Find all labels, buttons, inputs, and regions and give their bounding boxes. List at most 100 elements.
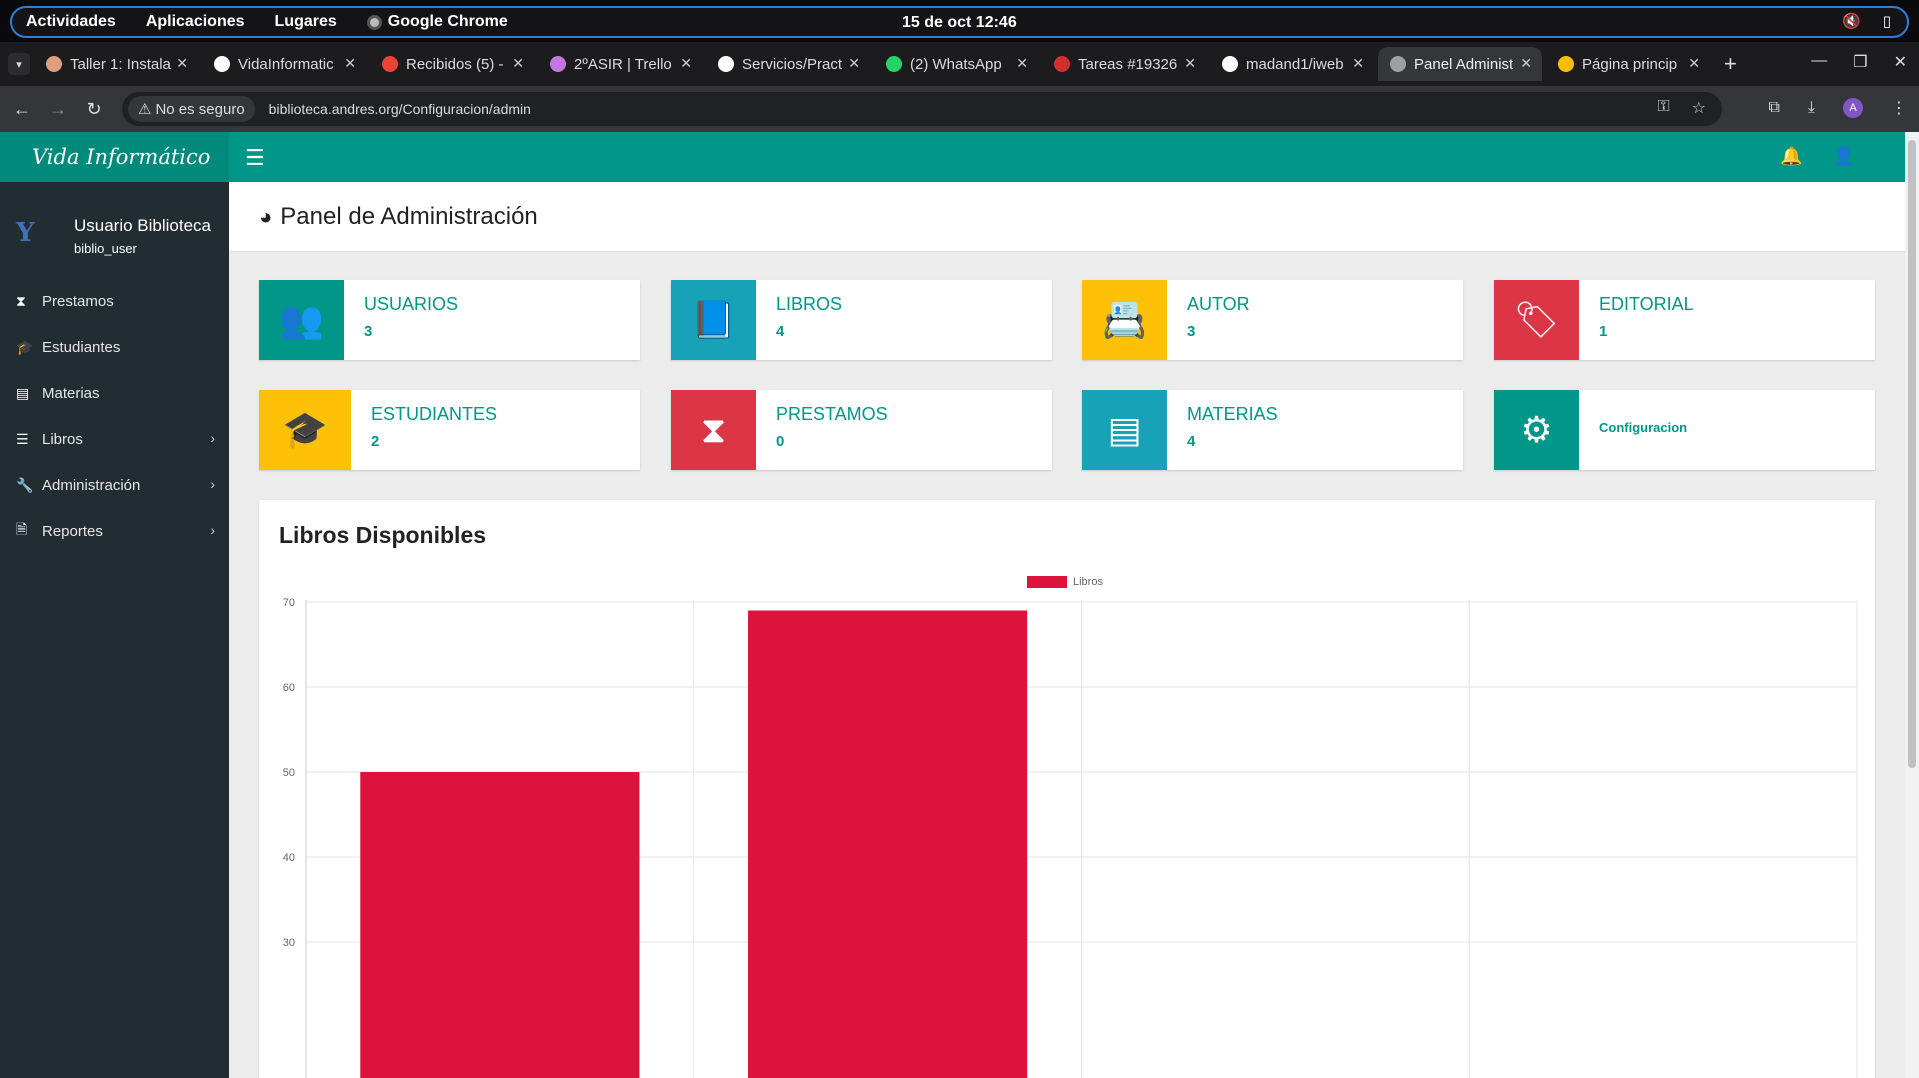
info-box-editorial[interactable]: 🏷 EDITORIAL 1 (1494, 280, 1875, 360)
tab[interactable]: madand1/iweb ✕ (1210, 47, 1374, 81)
info-box-configuracion[interactable]: ⚙ Configuracion (1494, 390, 1875, 470)
info-box-label: AUTOR (1187, 294, 1250, 314)
tab[interactable]: Taller 1: Instala ✕ (34, 47, 198, 81)
back-icon[interactable]: ← (4, 99, 40, 120)
reload-icon[interactable]: ↻ (76, 99, 112, 120)
info-box-label: EDITORIAL (1599, 294, 1694, 314)
tab-close-icon[interactable]: ✕ (344, 55, 356, 72)
tab-title: Tareas #19326 (1078, 55, 1178, 73)
sidebar: Vida Informático Y Usuario Biblioteca bi… (0, 132, 229, 1078)
y-tick-label: 30 (283, 937, 295, 949)
favicon-icon (382, 56, 398, 72)
extensions-icon[interactable]: ⧉ (1768, 99, 1779, 117)
info-box-estudiantes[interactable]: 🎓 ESTUDIANTES 2 (259, 390, 640, 470)
tab-title: Panel Administ (1414, 55, 1514, 73)
sidebar-item-libros[interactable]: ☰ Libros › (0, 416, 229, 462)
tab[interactable]: Servicios/Pract ✕ (706, 47, 870, 81)
tab-close-icon[interactable]: ✕ (176, 55, 188, 72)
tab-search-button[interactable]: ▾ (8, 53, 30, 75)
system-tray[interactable]: 🔇 ▯ (1842, 12, 1891, 30)
tab[interactable]: Tareas #19326 ✕ (1042, 47, 1206, 81)
tab[interactable]: Panel Administ ✕ (1378, 47, 1542, 81)
tab-close-icon[interactable]: ✕ (680, 55, 692, 72)
more-menu-icon[interactable]: ⋮ (1891, 98, 1907, 118)
sidebar-item-label: Libros (42, 430, 83, 448)
tab[interactable]: Recibidos (5) - ✕ (370, 47, 534, 81)
tab-close-icon[interactable]: ✕ (1520, 55, 1532, 72)
y-tick-label: 70 (283, 597, 295, 609)
page-title: Panel de Administración (280, 202, 538, 230)
tab-close-icon[interactable]: ✕ (848, 55, 860, 72)
restore-icon[interactable]: ❐ (1853, 52, 1867, 72)
sidebar-item-administración[interactable]: 🔧 Administración › (0, 462, 229, 508)
sidebar-item-label: Reportes (42, 522, 103, 540)
tags-icon: 🏷 (1494, 280, 1579, 360)
sidebar-item-materias[interactable]: ▤ Materias (0, 370, 229, 416)
info-box-text: USUARIOS 3 (344, 280, 458, 360)
tab[interactable]: (2) WhatsApp ✕ (874, 47, 1038, 81)
places-menu[interactable]: Lugares (275, 13, 337, 31)
app-menu[interactable]: Google Chrome (366, 13, 508, 31)
gnome-panel: Actividades Aplicaciones Lugares Google … (10, 6, 1909, 38)
hamburger-menu-icon[interactable]: ☰ (245, 145, 265, 171)
bar-libros-1[interactable] (360, 772, 640, 1078)
tab-close-icon[interactable]: ✕ (512, 55, 524, 72)
applications-menu[interactable]: Aplicaciones (146, 13, 245, 31)
tab[interactable]: VidaInformatic ✕ (202, 47, 366, 81)
activities-button[interactable]: Actividades (26, 13, 116, 31)
new-tab-button[interactable]: + (1724, 51, 1737, 77)
hourglass-icon: ⧗ (16, 292, 26, 309)
favicon-icon (886, 56, 902, 72)
user-icon[interactable]: 👤 (1833, 146, 1855, 167)
main-content: ☰ 🔔 👤 ◕ Panel de Administración 👥 USUARIO… (229, 132, 1905, 1078)
wrench-icon: 🔧 (16, 476, 34, 493)
sidebar-item-prestamos[interactable]: ⧗ Prestamos (0, 278, 229, 324)
info-box-label: LIBROS (776, 294, 843, 314)
bookmark-star-icon[interactable]: ☆ (1692, 98, 1706, 118)
warning-icon: ⚠ (138, 101, 152, 118)
bar-libros-2[interactable] (748, 610, 1028, 1078)
forward-icon[interactable]: → (40, 99, 76, 120)
tab[interactable]: Página princip ✕ (1546, 47, 1710, 81)
sidebar-item-estudiantes[interactable]: 🎓 Estudiantes (0, 324, 229, 370)
info-box-count: 3 (1187, 323, 1196, 340)
url-text[interactable]: biblioteca.andres.org/Configuracion/admi… (269, 101, 531, 117)
bell-icon[interactable]: 🔔 (1780, 146, 1802, 167)
tab-close-icon[interactable]: ✕ (1352, 55, 1364, 72)
info-box-prestamos[interactable]: ⧗ PRESTAMOS 0 (671, 390, 1052, 470)
info-box-autor[interactable]: 📇 AUTOR 3 (1082, 280, 1463, 360)
info-box-materias[interactable]: ▤ MATERIAS 4 (1082, 390, 1463, 470)
user-panel: Y Usuario Biblioteca biblio_user (0, 182, 229, 278)
chart-card: Libros Disponibles Libros 70 60 50 40 30 (259, 500, 1875, 1078)
gnome-top-bar: Actividades Aplicaciones Lugares Google … (0, 0, 1919, 42)
dashboard-icon: ◕ (259, 203, 273, 229)
scrollbar-thumb[interactable] (1908, 140, 1916, 768)
tab[interactable]: 2ºASIR | Trello ✕ (538, 47, 702, 81)
security-chip[interactable]: ⚠ No es seguro (128, 96, 255, 122)
volume-muted-icon[interactable]: 🔇 (1842, 12, 1861, 30)
page-scrollbar[interactable] (1905, 132, 1919, 1078)
info-box-text: MATERIAS 4 (1167, 390, 1278, 470)
tab-close-icon[interactable]: ✕ (1688, 55, 1700, 72)
tab-title: VidaInformatic (238, 55, 334, 73)
navbar-actions: 🔔 👤 (1780, 146, 1855, 167)
brand-logo[interactable]: Vida Informático (0, 132, 229, 182)
tab-close-icon[interactable]: ✕ (1184, 55, 1196, 72)
key-icon[interactable]: ⚿ (1657, 98, 1669, 118)
profile-avatar[interactable]: A (1843, 98, 1863, 118)
battery-icon[interactable]: ▯ (1883, 12, 1891, 30)
info-box-usuarios[interactable]: 👥 USUARIOS 3 (259, 280, 640, 360)
info-box-link[interactable]: Configuracion (1599, 420, 1687, 435)
omnibox[interactable]: ⚠ No es seguro biblioteca.andres.org/Con… (122, 92, 1722, 126)
clock[interactable]: 15 de oct 12:46 (902, 14, 1017, 32)
tab-close-icon[interactable]: ✕ (1016, 55, 1028, 72)
download-icon[interactable]: ⤓ (1808, 99, 1815, 117)
info-box-label: USUARIOS (364, 294, 459, 314)
list-alt-icon: ▤ (16, 384, 30, 401)
sidebar-item-reportes[interactable]: 🗎 Reportes › (0, 508, 229, 554)
info-box-libros[interactable]: 📘 LIBROS 4 (671, 280, 1052, 360)
close-window-icon[interactable]: ✕ (1894, 52, 1907, 72)
favicon-icon (1558, 56, 1574, 72)
tab-title: Página princip (1582, 55, 1678, 73)
minimize-icon[interactable]: — (1811, 52, 1827, 72)
